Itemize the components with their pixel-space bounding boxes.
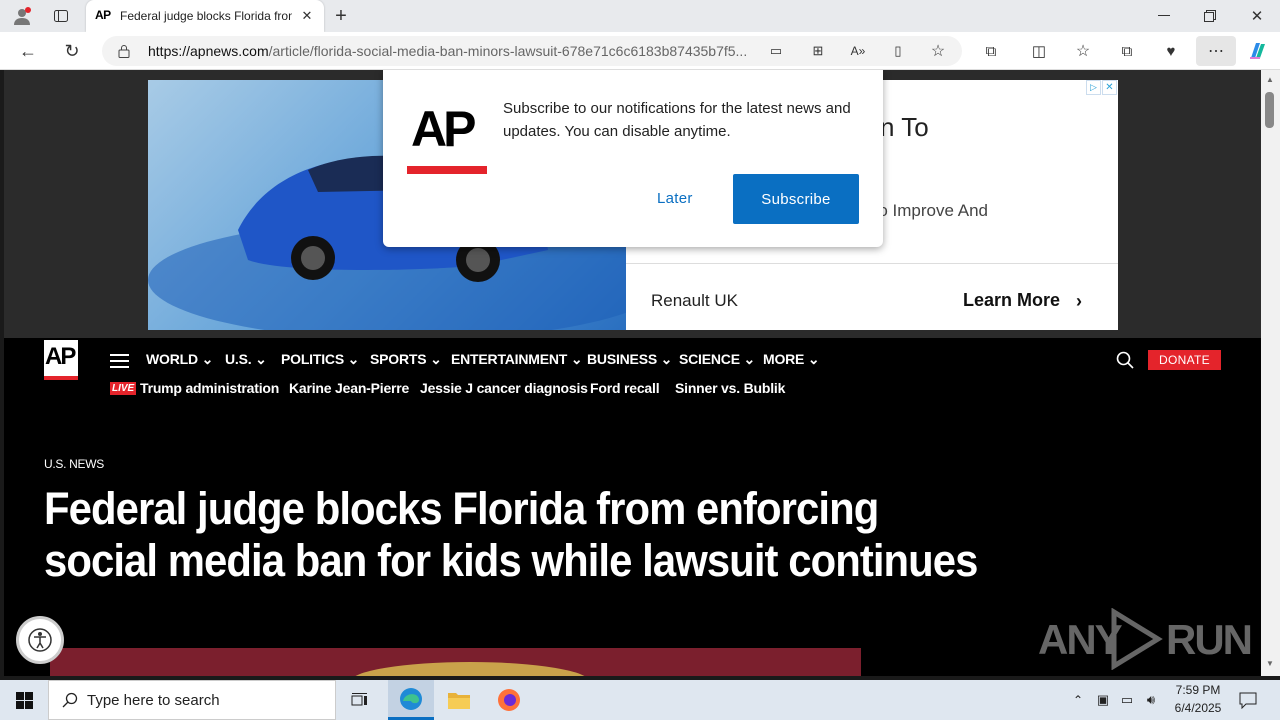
back-icon[interactable]: ←: [16, 40, 40, 62]
ad-divider: [626, 263, 1118, 264]
firefox-icon[interactable]: [494, 684, 524, 716]
ad-close-icon[interactable]: ✕: [1102, 80, 1117, 95]
web-page: n To e To Improve And Renault UK Learn M…: [4, 70, 1261, 676]
edge-taskbar-icon[interactable]: [388, 680, 434, 720]
ap-logo-text: AP: [45, 343, 76, 370]
network-icon[interactable]: ▭: [1118, 690, 1136, 710]
favorite-star-icon[interactable]: ☆: [928, 42, 948, 60]
close-window-icon[interactable]: ✕: [1245, 6, 1269, 26]
collections-icon[interactable]: ⧉: [1116, 40, 1138, 62]
show-hidden-icons-icon[interactable]: ⌃: [1070, 690, 1086, 710]
live-badge: LIVE: [110, 382, 137, 395]
close-tab-icon[interactable]: ✕: [298, 7, 316, 25]
nav-entertainment[interactable]: ENTERTAINMENT ⌄: [451, 351, 587, 368]
device-icon[interactable]: ▣: [1094, 690, 1112, 710]
later-button[interactable]: Later: [657, 190, 693, 207]
windows-start-icon[interactable]: [0, 680, 48, 720]
search-icon[interactable]: [1116, 351, 1134, 369]
read-aloud-icon[interactable]: A»: [848, 42, 868, 60]
apps-icon[interactable]: ⊞: [808, 42, 828, 60]
favicon-icon: AP: [95, 8, 111, 22]
popup-ap-logo: AP: [411, 101, 476, 157]
extensions-icon[interactable]: ⧉: [980, 40, 1002, 62]
new-tab-icon[interactable]: +: [330, 4, 352, 28]
tab-active[interactable]: AP Federal judge blocks Florida from ✕: [86, 0, 324, 32]
url-domain: https://apnews.com: [148, 43, 269, 59]
nav-business[interactable]: BUSINESS ⌄: [587, 351, 679, 368]
taskbar-search[interactable]: Type here to search: [48, 680, 336, 720]
chevron-right-icon[interactable]: ›: [1070, 290, 1088, 312]
nav-sports[interactable]: SPORTS ⌄: [370, 351, 451, 368]
notification-popup: AP Subscribe to our notifications for th…: [383, 70, 883, 247]
scroll-up-icon[interactable]: ▲: [1265, 74, 1275, 84]
scroll-down-icon[interactable]: ▼: [1265, 658, 1275, 668]
ad-advertiser: Renault UK: [651, 291, 738, 310]
adchoices-icon[interactable]: ▷: [1086, 80, 1101, 95]
clock-time[interactable]: 7:59 PM: [1173, 683, 1223, 697]
trending-link[interactable]: Karine Jean-Pierre: [289, 380, 409, 396]
performance-icon[interactable]: ♥: [1160, 40, 1182, 62]
refresh-icon[interactable]: ↻: [60, 40, 84, 62]
ad-headline: n To: [880, 112, 929, 142]
tab-title: Federal judge blocks Florida from: [120, 9, 292, 23]
immersive-reader-icon[interactable]: ▯: [888, 42, 908, 60]
trending-link[interactable]: Trump administration: [140, 380, 279, 396]
section-label[interactable]: U.S. NEWS: [44, 457, 104, 471]
nav-politics[interactable]: POLITICS ⌄: [281, 351, 370, 368]
tab-actions-icon[interactable]: [48, 4, 74, 28]
restore-icon[interactable]: [1198, 6, 1222, 26]
headline-line: Federal judge blocks Florida from enforc…: [44, 483, 879, 534]
nav-more[interactable]: MORE ⌄: [763, 351, 823, 368]
popup-message: Subscribe to our notifications for the l…: [503, 100, 851, 140]
ap-logo[interactable]: AP: [44, 340, 78, 380]
cast-icon[interactable]: ▭: [766, 42, 786, 60]
url-path: /article/florida-social-media-ban-minors…: [268, 43, 748, 59]
profile-icon[interactable]: [8, 4, 36, 28]
popup-logo-bar: [407, 166, 487, 174]
lock-icon[interactable]: [116, 42, 132, 60]
hamburger-menu-icon[interactable]: [110, 354, 129, 368]
volume-icon[interactable]: 🔊︎: [1142, 690, 1160, 710]
split-screen-icon[interactable]: ◫: [1028, 40, 1050, 62]
article-hero-image: [50, 648, 861, 676]
trending-link[interactable]: Jessie J cancer diagnosis: [420, 380, 588, 396]
task-view-icon[interactable]: [346, 684, 374, 716]
main-nav: WORLD ⌄ U.S. ⌄ POLITICS ⌄ SPORTS ⌄ ENTER…: [146, 351, 823, 368]
accessibility-icon[interactable]: [16, 616, 64, 664]
nav-world[interactable]: WORLD ⌄: [146, 351, 225, 368]
minimize-icon[interactable]: [1152, 6, 1176, 26]
scroll-thumb[interactable]: [1265, 92, 1274, 128]
page-scrollbar[interactable]: ▲ ▼: [1261, 70, 1280, 676]
address-bar[interactable]: https://apnews.com/article/florida-socia…: [102, 36, 962, 66]
trending-link[interactable]: Ford recall: [590, 380, 660, 396]
anyrun-watermark: ANY RUN: [1038, 606, 1253, 672]
nav-us[interactable]: U.S. ⌄: [225, 351, 281, 368]
file-explorer-icon[interactable]: [444, 684, 474, 716]
headline-line: social media ban for kids while lawsuit …: [44, 535, 978, 586]
notifications-icon[interactable]: [1236, 686, 1260, 714]
copilot-icon[interactable]: [1245, 39, 1271, 63]
settings-more-icon[interactable]: ⋯: [1196, 36, 1236, 66]
search-placeholder: Type here to search: [87, 692, 220, 709]
ad-cta[interactable]: Learn More: [963, 290, 1060, 311]
article-headline: Federal judge blocks Florida from enforc…: [44, 483, 1048, 587]
trending-link[interactable]: Sinner vs. Bublik: [675, 380, 785, 396]
clock-date[interactable]: 6/4/2025: [1168, 701, 1228, 715]
subscribe-button[interactable]: Subscribe: [733, 174, 859, 224]
site-header: AP WORLD ⌄ U.S. ⌄ POLITICS ⌄ SPORTS ⌄ EN…: [4, 338, 1261, 676]
donate-button[interactable]: DONATE: [1148, 350, 1221, 370]
favorites-icon[interactable]: ☆: [1072, 40, 1094, 62]
search-icon: [61, 691, 79, 709]
nav-science[interactable]: SCIENCE ⌄: [679, 351, 763, 368]
